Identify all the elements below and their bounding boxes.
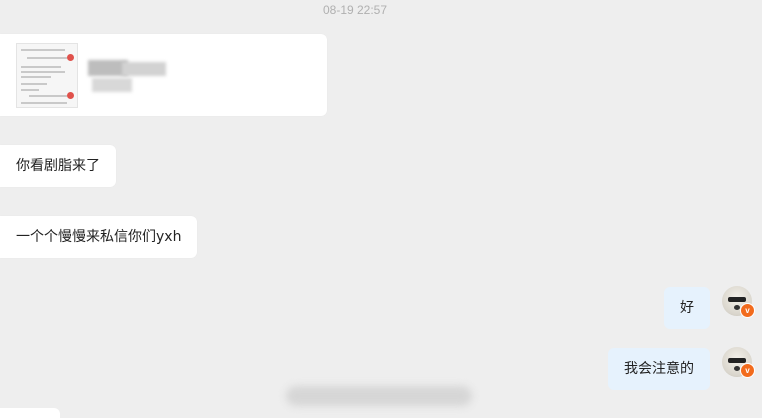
blurred-notice <box>286 386 472 406</box>
screenshot-thumbnail[interactable] <box>16 43 78 108</box>
message-text: 你看剧脂来了 <box>16 158 100 174</box>
verified-badge-icon: v <box>740 363 755 378</box>
blurred-caption <box>122 62 166 76</box>
blurred-caption <box>92 78 132 92</box>
message-timestamp: 08-19 22:57 <box>322 3 388 17</box>
outgoing-message[interactable]: 我会注意的 <box>608 348 710 390</box>
incoming-message[interactable]: 你看剧脂来了 <box>0 145 116 187</box>
message-text: 我会注意的 <box>624 361 694 377</box>
message-text: 一个个慢慢来私信你们yxh <box>16 229 182 245</box>
incoming-message[interactable]: 一个个慢慢来私信你们yxh <box>0 216 198 258</box>
outgoing-message[interactable]: 好 <box>664 287 710 329</box>
verified-badge-icon: v <box>740 303 755 318</box>
incoming-message[interactable] <box>0 408 60 418</box>
message-text: 好 <box>680 300 694 316</box>
image-message-card[interactable] <box>0 34 327 116</box>
